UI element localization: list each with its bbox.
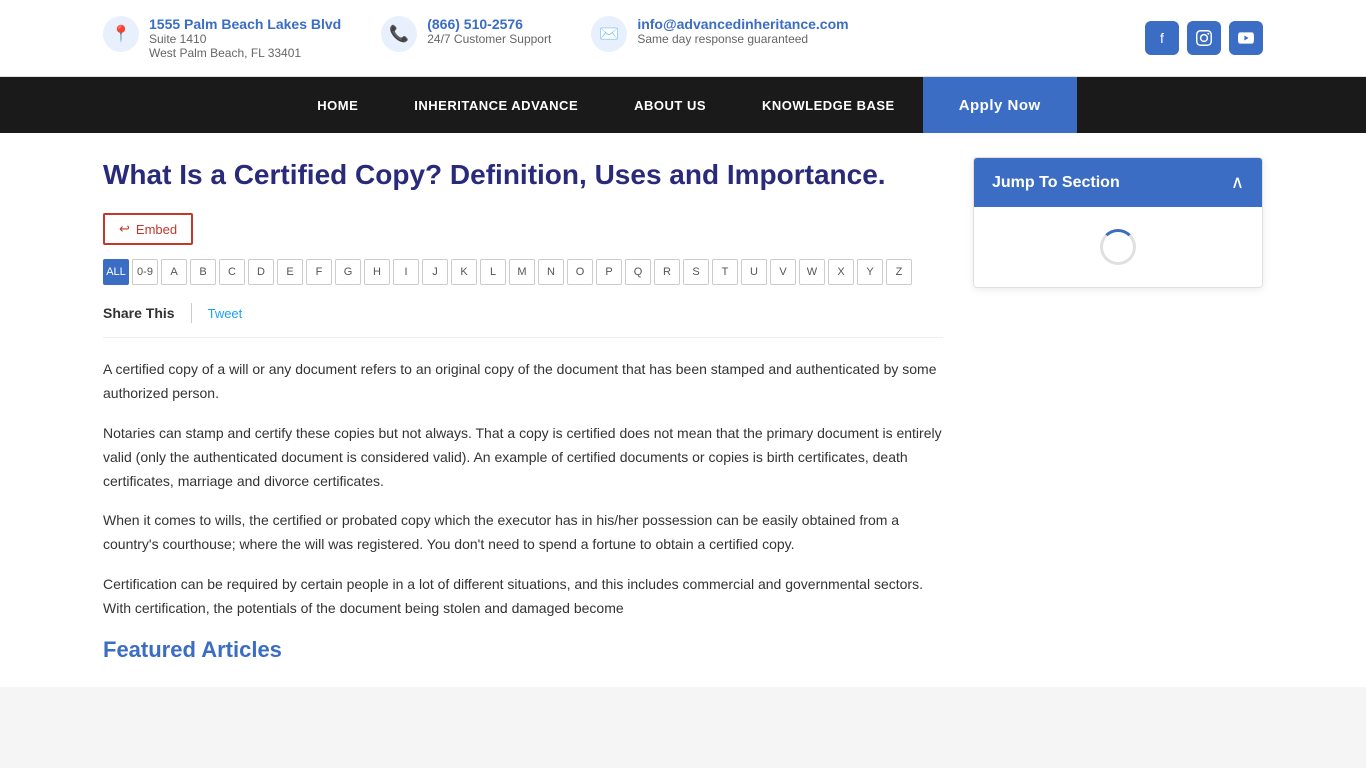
- jump-chevron-icon: ∧: [1231, 172, 1244, 193]
- content-area: What Is a Certified Copy? Definition, Us…: [83, 133, 1283, 687]
- alpha-btn-g[interactable]: G: [335, 259, 361, 285]
- alpha-btn-p[interactable]: P: [596, 259, 622, 285]
- tweet-button[interactable]: Tweet: [208, 306, 243, 321]
- main-wrapper: What Is a Certified Copy? Definition, Us…: [0, 133, 1366, 687]
- location-icon: 📍: [103, 16, 139, 52]
- navbar: HOME INHERITANCE ADVANCE ABOUT US KNOWLE…: [0, 77, 1366, 133]
- alpha-btn-k[interactable]: K: [451, 259, 477, 285]
- address-contact: 📍 1555 Palm Beach Lakes Blvd Suite 1410 …: [103, 16, 341, 60]
- alpha-btn-v[interactable]: V: [770, 259, 796, 285]
- phone-icon: 📞: [381, 16, 417, 52]
- embed-button[interactable]: ↩ Embed: [103, 213, 193, 245]
- alpha-btn-0-9[interactable]: 0-9: [132, 259, 158, 285]
- alpha-btn-y[interactable]: Y: [857, 259, 883, 285]
- loading-spinner: [1100, 229, 1136, 265]
- alpha-btn-i[interactable]: I: [393, 259, 419, 285]
- top-bar: 📍 1555 Palm Beach Lakes Blvd Suite 1410 …: [0, 0, 1366, 77]
- alphabet-filter: ALL0-9ABCDEFGHIJKLMNOPQRSTUVWXYZ: [103, 259, 943, 285]
- alpha-btn-j[interactable]: J: [422, 259, 448, 285]
- sidebar: Jump To Section ∧: [973, 157, 1263, 288]
- alpha-btn-r[interactable]: R: [654, 259, 680, 285]
- alpha-btn-all[interactable]: ALL: [103, 259, 129, 285]
- email-address[interactable]: info@advancedinheritance.com: [637, 16, 848, 32]
- jump-to-section-widget: Jump To Section ∧: [973, 157, 1263, 288]
- social-icons: f: [1145, 21, 1263, 55]
- alpha-btn-o[interactable]: O: [567, 259, 593, 285]
- address-line1: 1555 Palm Beach Lakes Blvd: [149, 16, 341, 32]
- youtube-icon[interactable]: [1229, 21, 1263, 55]
- alpha-btn-d[interactable]: D: [248, 259, 274, 285]
- address-line2: Suite 1410: [149, 32, 341, 46]
- alpha-btn-t[interactable]: T: [712, 259, 738, 285]
- embed-label: Embed: [136, 222, 177, 237]
- jump-to-section-label: Jump To Section: [992, 174, 1120, 192]
- article-body: A certified copy of a will or any docume…: [103, 358, 943, 620]
- social-row: f: [1145, 21, 1263, 55]
- alpha-btn-e[interactable]: E: [277, 259, 303, 285]
- article-paragraph-3: When it comes to wills, the certified or…: [103, 509, 943, 557]
- alpha-btn-s[interactable]: S: [683, 259, 709, 285]
- alpha-btn-a[interactable]: A: [161, 259, 187, 285]
- main-content: What Is a Certified Copy? Definition, Us…: [103, 157, 943, 663]
- share-this: Share This Tweet: [103, 303, 943, 338]
- alpha-btn-w[interactable]: W: [799, 259, 825, 285]
- phone-number[interactable]: (866) 510-2576: [427, 16, 551, 32]
- alpha-btn-n[interactable]: N: [538, 259, 564, 285]
- phone-contact: 📞 (866) 510-2576 24/7 Customer Support: [381, 16, 551, 52]
- nav-knowledge-base[interactable]: KNOWLEDGE BASE: [734, 77, 923, 133]
- share-divider: [191, 303, 192, 323]
- jump-body: [974, 207, 1262, 287]
- article-paragraph-1: A certified copy of a will or any docume…: [103, 358, 943, 406]
- phone-text: (866) 510-2576 24/7 Customer Support: [427, 16, 551, 46]
- alpha-btn-l[interactable]: L: [480, 259, 506, 285]
- instagram-icon[interactable]: [1187, 21, 1221, 55]
- alpha-btn-f[interactable]: F: [306, 259, 332, 285]
- nav-items: HOME INHERITANCE ADVANCE ABOUT US KNOWLE…: [289, 77, 1076, 133]
- alpha-btn-x[interactable]: X: [828, 259, 854, 285]
- contact-items: 📍 1555 Palm Beach Lakes Blvd Suite 1410 …: [103, 16, 849, 60]
- embed-icon: ↩: [119, 221, 130, 237]
- email-contact: ✉️ info@advancedinheritance.com Same day…: [591, 16, 848, 52]
- address-line3: West Palm Beach, FL 33401: [149, 46, 341, 60]
- article-paragraph-4: Certification can be required by certain…: [103, 573, 943, 621]
- share-label: Share This: [103, 305, 175, 321]
- email-text: info@advancedinheritance.com Same day re…: [637, 16, 848, 46]
- jump-to-section-header[interactable]: Jump To Section ∧: [974, 158, 1262, 207]
- nav-inheritance-advance[interactable]: INHERITANCE ADVANCE: [386, 77, 606, 133]
- alpha-btn-c[interactable]: C: [219, 259, 245, 285]
- alpha-btn-u[interactable]: U: [741, 259, 767, 285]
- apply-now-button[interactable]: Apply Now: [923, 77, 1077, 133]
- alpha-btn-z[interactable]: Z: [886, 259, 912, 285]
- nav-home[interactable]: HOME: [289, 77, 386, 133]
- page-title: What Is a Certified Copy? Definition, Us…: [103, 157, 943, 193]
- address-text: 1555 Palm Beach Lakes Blvd Suite 1410 We…: [149, 16, 341, 60]
- facebook-icon[interactable]: f: [1145, 21, 1179, 55]
- nav-about-us[interactable]: ABOUT US: [606, 77, 734, 133]
- alpha-btn-b[interactable]: B: [190, 259, 216, 285]
- phone-support: 24/7 Customer Support: [427, 32, 551, 46]
- email-note: Same day response guaranteed: [637, 32, 848, 46]
- featured-articles-heading: Featured Articles: [103, 637, 943, 663]
- email-icon: ✉️: [591, 16, 627, 52]
- alpha-btn-q[interactable]: Q: [625, 259, 651, 285]
- alpha-btn-h[interactable]: H: [364, 259, 390, 285]
- article-paragraph-2: Notaries can stamp and certify these cop…: [103, 422, 943, 493]
- alpha-btn-m[interactable]: M: [509, 259, 535, 285]
